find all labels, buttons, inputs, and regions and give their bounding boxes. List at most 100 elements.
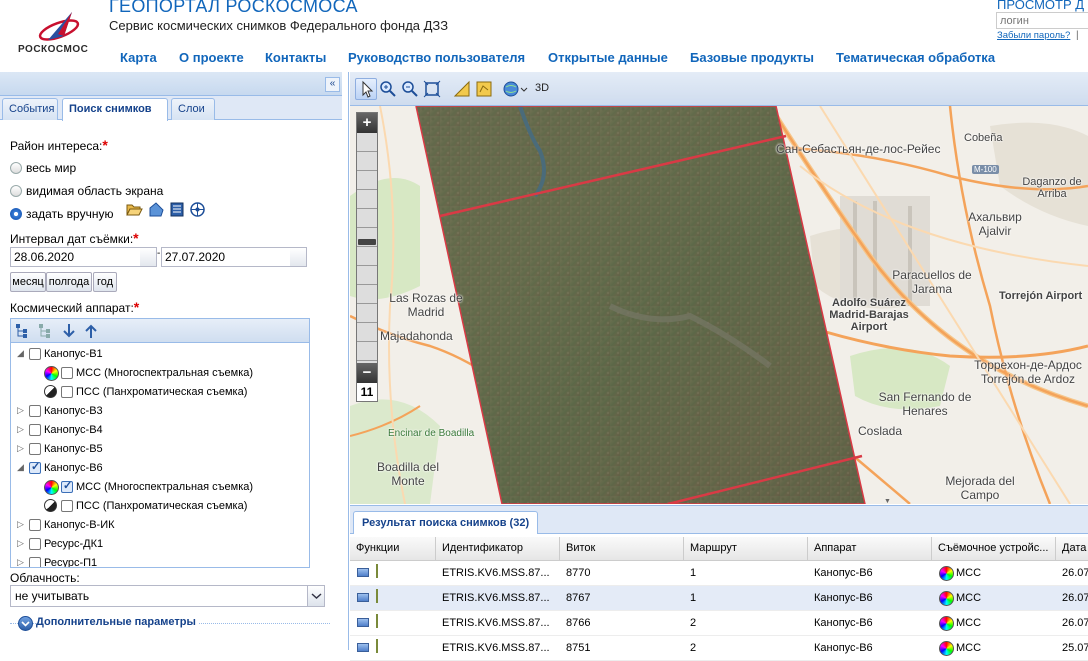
nav-open-data[interactable]: Открытые данные <box>548 50 668 65</box>
column-route[interactable]: Маршрут <box>684 537 808 561</box>
satellite-checkbox[interactable] <box>29 424 41 436</box>
full-extent-icon[interactable] <box>421 78 443 100</box>
login-input[interactable] <box>996 12 1088 29</box>
date-from-calendar-icon[interactable] <box>140 247 157 267</box>
zoom-slider-track[interactable] <box>357 133 377 363</box>
period-year-button[interactable]: год <box>93 272 117 292</box>
satellite-node[interactable]: ▷ Канопус-В4 <box>11 421 309 440</box>
tree-expanded-icon[interactable]: ◢ <box>17 462 27 473</box>
pointer-tool-icon[interactable] <box>355 78 377 100</box>
period-halfyear-button[interactable]: полгода <box>46 272 92 292</box>
sensor-checkbox[interactable] <box>61 367 73 379</box>
satellite-checkbox[interactable] <box>29 348 41 360</box>
radio-visible-area-label[interactable]: видимая область экрана <box>26 184 163 198</box>
sensor-node[interactable]: МСС (Многоспектральная съемка) <box>11 478 309 497</box>
ruler-icon[interactable] <box>451 78 473 100</box>
satellite-node[interactable]: ▷ Канопус-В3 <box>11 402 309 421</box>
radio-manual-label[interactable]: задать вручную <box>26 207 113 221</box>
radio-whole-world[interactable] <box>10 162 22 174</box>
tree-collapsed-icon[interactable]: ▷ <box>17 519 27 530</box>
period-month-button[interactable]: месяц <box>10 272 46 292</box>
show-footprint-icon[interactable] <box>357 618 369 627</box>
satellite-node[interactable]: ◢ Канопус-В6 <box>11 459 309 478</box>
area-measure-icon[interactable] <box>473 78 495 100</box>
satellite-node[interactable]: ▷ Ресурс-ДК1 <box>11 535 309 554</box>
date-to-calendar-icon[interactable] <box>290 247 307 267</box>
date-from-input[interactable]: 28.06.2020 <box>10 247 141 267</box>
column-identifier[interactable]: Идентификатор <box>436 537 560 561</box>
extra-params-toggle[interactable]: Дополнительные параметры <box>36 616 199 628</box>
zoom-slider-handle[interactable] <box>358 239 376 245</box>
map-view[interactable]: Сан-Себастьян-де-лос-Рейес Cobeña Daganz… <box>350 72 1088 504</box>
column-device[interactable]: Съёмочное устройс... <box>932 537 1056 561</box>
roscosmos-logo-icon[interactable] <box>34 6 84 46</box>
nav-about[interactable]: О проекте <box>179 50 244 65</box>
column-functions[interactable]: Функции <box>350 537 436 561</box>
globe-layers-icon[interactable] <box>501 78 529 100</box>
zoom-in-button[interactable]: + <box>357 113 377 133</box>
map-preview-icon[interactable] <box>376 614 378 628</box>
nav-user-guide[interactable]: Руководство пользователя <box>348 50 525 65</box>
radio-visible-area[interactable] <box>10 185 22 197</box>
tab-layers[interactable]: Слои <box>171 98 215 120</box>
tab-search-results[interactable]: Результат поиска снимков (32) <box>353 511 539 534</box>
map-preview-icon[interactable] <box>376 564 378 578</box>
chevron-down-icon[interactable] <box>307 586 324 606</box>
column-orbit[interactable]: Виток <box>560 537 684 561</box>
splitter-handle-icon[interactable]: ▼ <box>884 498 891 504</box>
satellite-node[interactable]: ▷ Ресурс-П1 <box>11 554 309 567</box>
sensor-node[interactable]: ПСС (Панхроматическая съемка) <box>11 383 309 402</box>
satellite-node[interactable]: ▷ Канопус-В5 <box>11 440 309 459</box>
zoom-out-button[interactable]: − <box>357 363 377 383</box>
tab-events[interactable]: События <box>2 98 58 120</box>
zoom-out-tool-icon[interactable] <box>399 78 421 100</box>
satellite-checkbox[interactable] <box>29 519 41 531</box>
table-row[interactable]: ETRIS.KV6.MSS.87... 8766 2 Канопус-В6 МСС 26.… <box>350 611 1088 636</box>
site-title[interactable]: ГЕОПОРТАЛ РОСКОСМОСА <box>109 0 358 17</box>
column-satellite[interactable]: Аппарат <box>808 537 932 561</box>
tree-collapsed-icon[interactable]: ▷ <box>17 538 27 549</box>
show-footprint-icon[interactable] <box>357 568 369 577</box>
satellite-checkbox[interactable] <box>29 462 41 474</box>
nav-map[interactable]: Карта <box>120 50 157 65</box>
sensor-checkbox[interactable] <box>61 500 73 512</box>
list-icon[interactable] <box>170 202 184 217</box>
table-row[interactable]: ETRIS.KV6.MSS.87... 8767 1 Канопус-В6 МСС 26.… <box>350 586 1088 611</box>
3d-toggle[interactable]: 3D <box>535 82 549 94</box>
table-row[interactable]: ETRIS.KV6.MSS.87... 8770 1 Канопус-В6 МСС 26.… <box>350 561 1088 586</box>
tree-collapsed-icon[interactable]: ▷ <box>17 405 27 416</box>
cloud-select[interactable]: не учитывать <box>10 585 325 607</box>
collapse-all-icon[interactable] <box>39 324 55 338</box>
tree-collapsed-icon[interactable]: ▷ <box>17 443 27 454</box>
tab-image-search[interactable]: Поиск снимков <box>62 98 168 121</box>
tree-collapsed-icon[interactable]: ▷ <box>17 557 27 567</box>
table-row[interactable]: ETRIS.KV6.MSS.87... 8751 2 Канопус-В6 МСС 25.… <box>350 636 1088 661</box>
arrow-up-icon[interactable] <box>84 323 98 339</box>
sensor-checkbox[interactable] <box>61 481 73 493</box>
nav-contacts[interactable]: Контакты <box>265 50 326 65</box>
view-link[interactable]: ПРОСМОТР Д <box>997 0 1084 12</box>
date-to-input[interactable]: 27.07.2020 <box>161 247 291 267</box>
column-date[interactable]: Дата <box>1056 537 1088 561</box>
nav-base-products[interactable]: Базовые продукты <box>690 50 814 65</box>
arrow-down-icon[interactable] <box>62 323 76 339</box>
satellite-node[interactable]: ◢ Канопус-В1 <box>11 345 309 364</box>
expand-extra-params-icon[interactable] <box>18 616 33 631</box>
show-footprint-icon[interactable] <box>357 593 369 602</box>
satellite-checkbox[interactable] <box>29 557 41 567</box>
zoom-in-tool-icon[interactable] <box>377 78 399 100</box>
satellite-checkbox[interactable] <box>29 443 41 455</box>
satellite-checkbox[interactable] <box>29 538 41 550</box>
map-preview-icon[interactable] <box>376 639 378 653</box>
sensor-checkbox[interactable] <box>61 386 73 398</box>
sensor-node[interactable]: ПСС (Панхроматическая съемка) <box>11 497 309 516</box>
satellite-checkbox[interactable] <box>29 405 41 417</box>
tree-expanded-icon[interactable]: ◢ <box>17 348 27 359</box>
forgot-password-link[interactable]: Забыли пароль? <box>997 30 1070 41</box>
show-footprint-icon[interactable] <box>357 643 369 652</box>
satellite-node[interactable]: ▷ Канопус-В-ИК <box>11 516 309 535</box>
sensor-node[interactable]: МСС (Многоспектральная съемка) <box>11 364 309 383</box>
collapse-panel-icon[interactable]: « <box>325 77 340 92</box>
expand-all-icon[interactable] <box>16 324 32 338</box>
tree-collapsed-icon[interactable]: ▷ <box>17 424 27 435</box>
